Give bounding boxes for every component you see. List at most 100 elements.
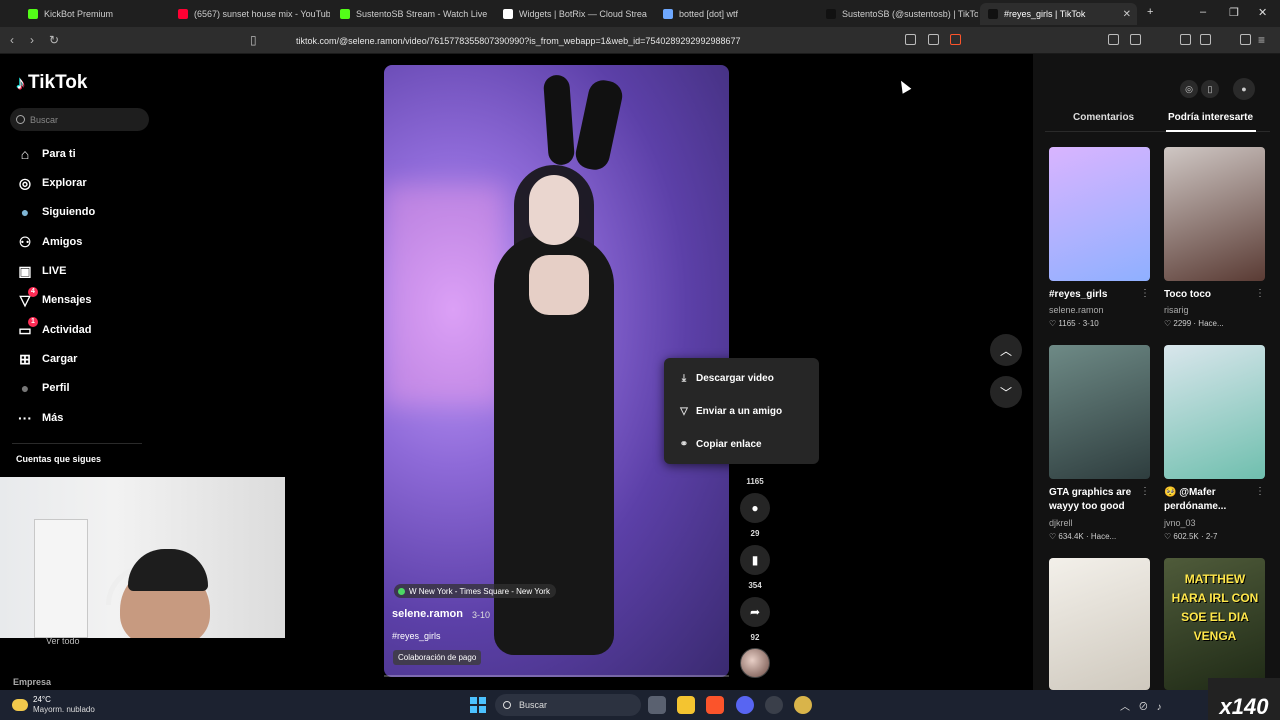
next-video-button[interactable]: ﹀ [990, 376, 1022, 408]
nav-profile[interactable]: ● Perfil [16, 377, 70, 399]
vpn-icon[interactable] [1240, 34, 1251, 45]
file-explorer-icon[interactable] [677, 696, 695, 714]
tab-label: botted [dot] wtf [679, 9, 739, 19]
send-to-friend-item[interactable]: ▽ Enviar a un amigo [678, 402, 782, 420]
nav-explore[interactable]: ◎ Explorar [16, 172, 87, 194]
address-bar[interactable]: tiktok.com/@selene.ramon/video/761577835… [268, 30, 990, 51]
video-author[interactable]: selene.ramon [392, 608, 463, 620]
close-window-icon[interactable]: ✕ [1258, 6, 1267, 19]
download-video-item[interactable]: ⤓ Descargar video [678, 369, 774, 387]
forward-icon[interactable]: › [30, 33, 34, 47]
extensions-icon[interactable] [1108, 34, 1119, 45]
close-tab-icon[interactable]: ✕ [1123, 9, 1131, 20]
search-input[interactable]: Buscar [10, 108, 149, 131]
cast-icon[interactable] [905, 34, 916, 45]
nav-for-you[interactable]: ⌂ Para ti [16, 143, 76, 165]
discord-icon[interactable] [736, 696, 754, 714]
start-button[interactable] [470, 697, 486, 713]
card-user[interactable]: djkrell [1049, 518, 1073, 528]
share-button[interactable]: ➦ [740, 597, 770, 627]
more-options-icon[interactable]: ⋮ [1140, 486, 1150, 497]
more-options-icon[interactable]: ⋮ [1255, 288, 1265, 299]
card-title[interactable]: #reyes_girls [1049, 288, 1139, 302]
bookmark-icon[interactable]: ▯ [250, 33, 257, 47]
save-button[interactable]: ▮ [740, 545, 770, 575]
search-placeholder: Buscar [30, 114, 59, 125]
browser-tab[interactable]: SustentoSB Stream - Watch Live [332, 3, 492, 25]
stream-overlay-tag: x140 [1208, 678, 1280, 720]
more-options-icon[interactable]: ⋮ [1140, 288, 1150, 299]
card-user[interactable]: selene.ramon [1049, 305, 1104, 315]
search-icon [503, 701, 511, 709]
activity-icon: ▭ 1 [16, 317, 38, 339]
browser-tab[interactable]: KickBot Premium [20, 3, 170, 25]
minimize-icon[interactable]: – [1200, 6, 1206, 18]
card-meta: ♡ 1165 · 3-10 [1049, 319, 1099, 328]
nav-label: LIVE [42, 265, 67, 277]
wallet-icon[interactable] [1200, 34, 1211, 45]
card-user[interactable]: risarig [1164, 305, 1189, 315]
nav-activity[interactable]: ▭ 1 Actividad [16, 317, 92, 341]
browser-tab-active[interactable]: #reyes_girls | TikTok ✕ [980, 3, 1137, 25]
video-thumbnail[interactable] [1049, 558, 1150, 690]
sound-avatar[interactable] [740, 648, 770, 678]
app-icon[interactable] [765, 696, 783, 714]
reload-icon[interactable]: ↻ [49, 33, 59, 47]
nav-live[interactable]: ▣ LIVE [16, 260, 66, 282]
user-avatar[interactable]: ● [1233, 78, 1255, 100]
card-user[interactable]: jvno_03 [1164, 518, 1196, 528]
card-title[interactable]: GTA graphics are wayyy too good [1049, 486, 1144, 514]
video-hashtag[interactable]: #reyes_girls [392, 631, 441, 641]
nav-following[interactable]: ● Siguiendo [16, 201, 95, 223]
webcam-overlay [0, 477, 285, 638]
brave-shield-icon[interactable] [950, 34, 961, 45]
system-tray[interactable]: ︿ ⊘ ♪ [1120, 698, 1162, 713]
nav-messages[interactable]: ▽ 4 Mensajes [16, 287, 92, 311]
nav-friends[interactable]: ⚇ Amigos [16, 231, 83, 253]
card-title[interactable]: 🥺 @Mafer perdóname... [1164, 486, 1254, 514]
sidebar-toggle-icon[interactable] [1180, 34, 1191, 45]
taskbar-search[interactable]: Buscar [495, 694, 641, 716]
live-icon: ▣ [18, 262, 32, 279]
back-icon[interactable]: ‹ [10, 33, 14, 47]
location-tag[interactable]: W New York - Times Square - New York [394, 584, 556, 598]
nav-upload[interactable]: ⊞ Cargar [16, 348, 77, 370]
app-icon[interactable] [794, 696, 812, 714]
video-thumbnail[interactable]: MATTHEW HARA IRL CON SOE EL DIA VENGA [1164, 558, 1265, 690]
task-view-icon[interactable] [648, 696, 666, 714]
phone-icon[interactable]: ▯ [1201, 80, 1219, 98]
menu-item-label: Enviar a un amigo [696, 405, 783, 417]
browser-tab[interactable]: Widgets | BotRix — Cloud Streaming [495, 3, 647, 25]
brave-browser-icon[interactable] [706, 696, 724, 714]
weather-condition: Mayorm. nublado [33, 705, 95, 714]
video-thumbnail[interactable] [1164, 345, 1265, 479]
previous-video-button[interactable]: ︿ [990, 334, 1022, 366]
tab-comments[interactable]: Comentarios [1073, 112, 1134, 123]
nav-label: Explorar [42, 177, 87, 189]
comment-button[interactable]: ● [740, 493, 770, 523]
location-text: W New York - Times Square - New York [409, 586, 550, 596]
more-options-icon[interactable]: ⋮ [1255, 486, 1265, 497]
card-title[interactable]: Toco toco [1164, 288, 1254, 302]
video-thumbnail[interactable] [1049, 345, 1150, 479]
tab-favicon [178, 9, 188, 19]
new-tab-button[interactable]: + [1147, 6, 1153, 18]
tiktok-logo[interactable]: ♪ TikTok [16, 72, 87, 94]
weather-icon[interactable] [12, 699, 28, 711]
browser-tab[interactable]: botted [dot] wtf [655, 3, 805, 25]
compass-icon[interactable]: ◎ [1180, 80, 1198, 98]
company-link[interactable]: Empresa [13, 677, 51, 687]
maximize-icon[interactable]: ❐ [1229, 6, 1239, 19]
tab-recommended[interactable]: Podría interesarte [1168, 112, 1253, 123]
wallet-icon[interactable] [1130, 34, 1141, 45]
browser-tab[interactable]: SustentoSB (@sustentosb) | TikTok [818, 3, 978, 25]
compass-icon: ◎ [18, 174, 32, 191]
copy-link-item[interactable]: ⚭ Copiar enlace [678, 435, 762, 453]
video-thumbnail[interactable] [1049, 147, 1150, 281]
video-thumbnail[interactable] [1164, 147, 1265, 281]
nav-more[interactable]: ··· Más [16, 407, 63, 429]
menu-icon[interactable]: ≡ [1258, 33, 1265, 47]
share-icon[interactable] [928, 34, 939, 45]
video-progress-bar[interactable] [384, 675, 729, 677]
browser-tab[interactable]: (6567) sunset house mix - YouTube [170, 3, 330, 25]
